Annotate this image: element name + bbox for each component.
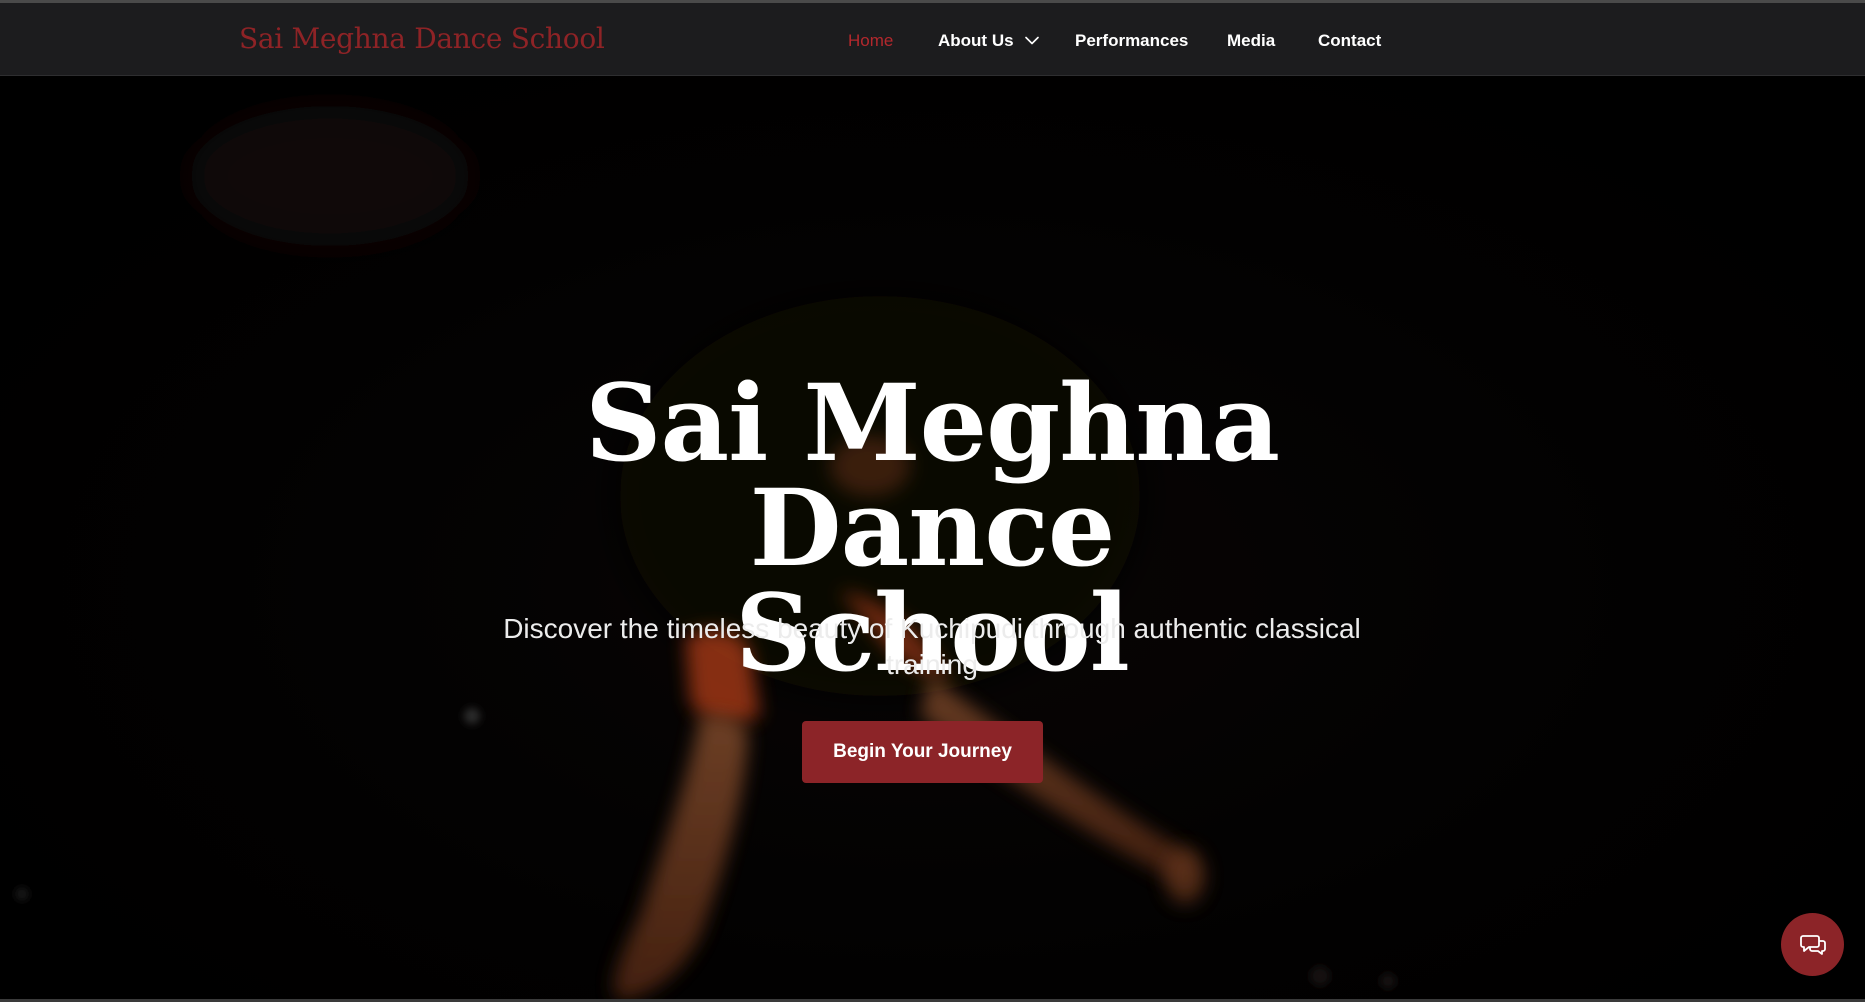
nav-item-about-us-label: About Us xyxy=(938,31,1014,50)
hero-subtitle-line-2: training xyxy=(886,649,978,680)
chevron-down-icon xyxy=(1025,30,1040,50)
nav-item-home[interactable]: Home xyxy=(848,31,893,51)
begin-journey-button[interactable]: Begin Your Journey xyxy=(802,721,1043,783)
hero-section: Sai Meghna Dance School Discover the tim… xyxy=(0,76,1865,1002)
nav-item-performances[interactable]: Performances xyxy=(1075,31,1188,51)
navbar: Sai Meghna Dance School Home About Us Pe… xyxy=(0,3,1865,76)
page: Sai Meghna Dance School Home About Us Pe… xyxy=(0,0,1865,1002)
nav-item-contact[interactable]: Contact xyxy=(1318,31,1381,51)
chat-bubbles-icon xyxy=(1799,932,1827,958)
hero-subtitle: Discover the timeless beauty of Kuchipud… xyxy=(462,611,1402,683)
hero-title-line-1: Sai Meghna Dance xyxy=(584,360,1280,590)
chat-widget-button[interactable] xyxy=(1781,913,1844,976)
hero-subtitle-line-1: Discover the timeless beauty of Kuchipud… xyxy=(503,613,1361,644)
brand-logo-link[interactable]: Sai Meghna Dance School xyxy=(239,22,605,55)
nav-item-about-us[interactable]: About Us xyxy=(938,30,1040,52)
nav-item-media[interactable]: Media xyxy=(1227,31,1275,51)
